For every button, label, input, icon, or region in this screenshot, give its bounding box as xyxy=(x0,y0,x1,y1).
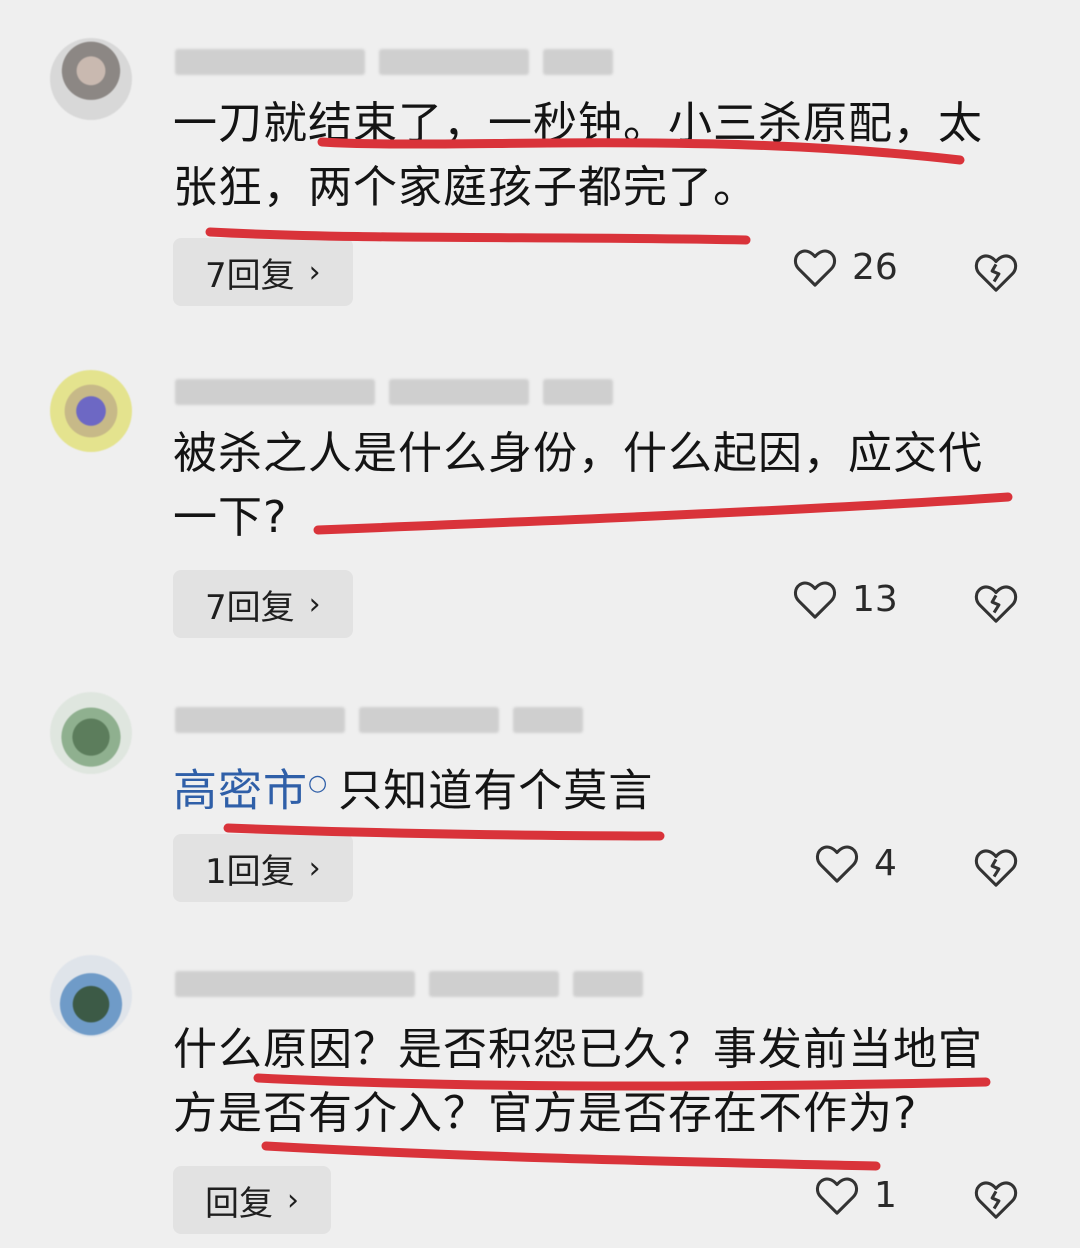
replies-label: 7回复 xyxy=(205,255,295,296)
comment-meta-blurred xyxy=(175,42,613,82)
broken-heart-icon[interactable] xyxy=(973,580,1019,626)
chevron-right-icon: › xyxy=(287,1182,299,1218)
like-count: 1 xyxy=(874,1174,897,1216)
avatar[interactable] xyxy=(50,955,132,1037)
avatar[interactable] xyxy=(50,692,132,774)
like-button[interactable]: 1 xyxy=(814,1174,897,1216)
replies-label: 1回复 xyxy=(205,851,295,892)
topic-link[interactable]: 高密市 xyxy=(173,766,308,817)
comment-meta-blurred xyxy=(175,372,613,412)
comment-meta-blurred xyxy=(175,964,643,1004)
chevron-right-icon: › xyxy=(308,254,321,290)
broken-heart-icon[interactable] xyxy=(973,1176,1019,1222)
heart-outline-icon xyxy=(793,581,837,619)
comment-text-line: 被杀之人是什么身份，什么起因，应交代 xyxy=(173,428,983,479)
like-count: 13 xyxy=(852,578,898,620)
comment-text-line: 方是否有介入？官方是否存在不作为? xyxy=(173,1088,918,1139)
broken-heart-icon[interactable] xyxy=(973,844,1019,890)
replies-label: 回复 xyxy=(205,1183,273,1224)
comment-text-line: 什么原因？是否积怨已久？事发前当地官 xyxy=(173,1024,983,1075)
view-replies-button[interactable]: 1回复 › xyxy=(173,834,353,902)
view-replies-button[interactable]: 7回复 › xyxy=(173,238,353,306)
comment-text: 什么原因？是否积怨已久？事发前当地官 方是否有介入？官方是否存在不作为? xyxy=(173,1018,1023,1146)
like-count: 26 xyxy=(852,246,898,288)
avatar[interactable] xyxy=(50,370,132,452)
like-button[interactable]: 13 xyxy=(792,578,898,620)
comment-text-line: 一刀就结束了，一秒钟。小三杀原配，太 xyxy=(173,98,983,149)
like-button[interactable]: 4 xyxy=(814,842,897,884)
comment-text: 一刀就结束了，一秒钟。小三杀原配，太 张狂，两个家庭孩子都完了。 xyxy=(173,92,1023,220)
replies-label: 7回复 xyxy=(205,587,295,628)
heart-outline-icon xyxy=(793,249,837,287)
chevron-right-icon: › xyxy=(308,586,321,622)
comment-text: 被杀之人是什么身份，什么起因，应交代 一下? xyxy=(173,422,1023,550)
comment-text: 高密市○ 只知道有个莫言 xyxy=(173,752,1023,824)
comment-text-line: 只知道有个莫言 xyxy=(338,765,654,817)
heart-outline-icon xyxy=(815,1177,859,1215)
like-button[interactable]: 26 xyxy=(792,246,898,288)
comment-text-line: 一下? xyxy=(173,492,288,543)
heart-outline-icon xyxy=(815,845,859,883)
chevron-right-icon: › xyxy=(308,850,321,886)
search-topic-icon[interactable]: ○ xyxy=(308,771,328,796)
avatar[interactable] xyxy=(50,38,132,120)
view-replies-button[interactable]: 回复 › xyxy=(173,1166,331,1234)
broken-heart-icon[interactable] xyxy=(973,249,1019,295)
view-replies-button[interactable]: 7回复 › xyxy=(173,570,353,638)
red-underline-mark xyxy=(261,1141,881,1171)
comment-meta-blurred xyxy=(175,700,583,740)
comment-text-line: 张狂，两个家庭孩子都完了。 xyxy=(173,162,758,213)
like-count: 4 xyxy=(874,842,897,884)
